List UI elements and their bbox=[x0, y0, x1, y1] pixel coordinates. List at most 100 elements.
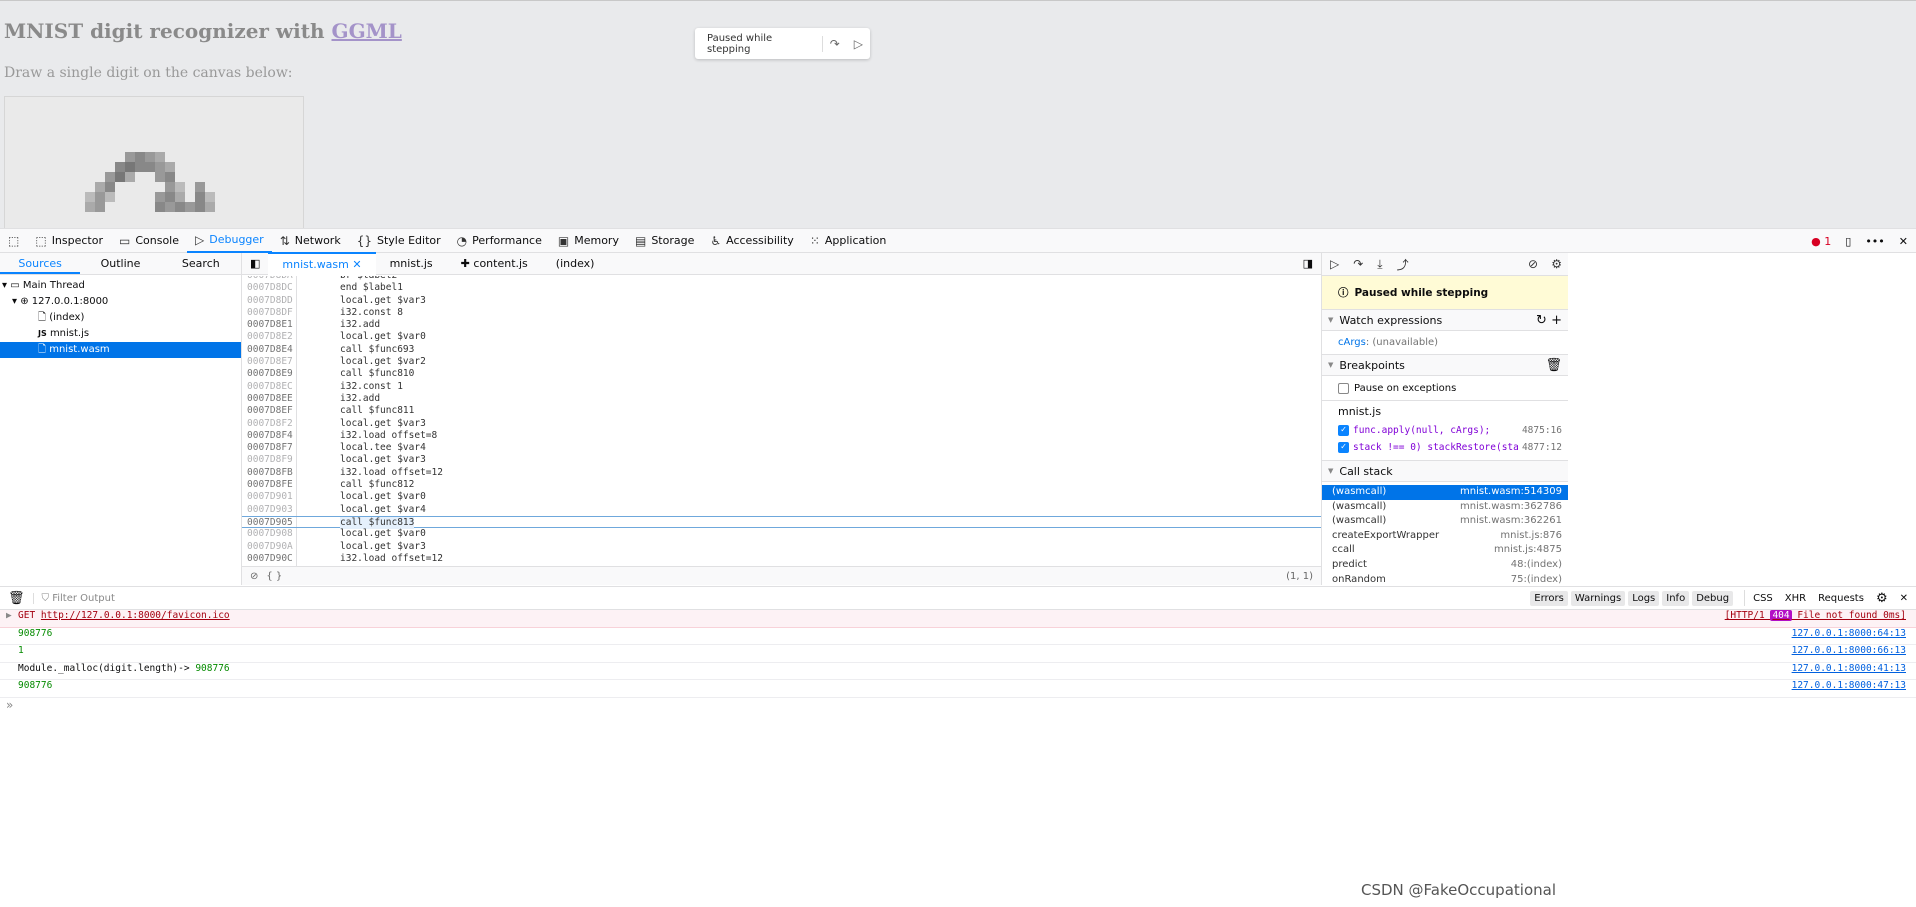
tab-memory[interactable]: ▣ Memory bbox=[550, 229, 627, 253]
filter-debug[interactable]: Debug bbox=[1692, 590, 1734, 606]
callstack-frame[interactable]: (wasmcall) mnist.wasm:514309 bbox=[1322, 485, 1568, 500]
resume-icon[interactable]: ▷ bbox=[1330, 257, 1339, 271]
more-icon[interactable]: ••• bbox=[1865, 235, 1884, 248]
tab-outline[interactable]: Outline bbox=[80, 253, 160, 274]
line-address[interactable]: 0007D8E4 bbox=[247, 344, 293, 356]
callstack-header[interactable]: ▼ Call stack bbox=[1322, 461, 1568, 482]
request-url[interactable]: http://127.0.0.1:8000/favicon.ico bbox=[41, 610, 230, 621]
code-line[interactable]: 0007D90A local.get $var3 bbox=[242, 541, 1321, 553]
breakpoint-item[interactable]: ✓ stack !== 0) stackRestore(sta… 4877:12 bbox=[1338, 439, 1568, 456]
filter-info[interactable]: Info bbox=[1662, 590, 1690, 606]
code-line[interactable]: 0007D8E4 call $func693 bbox=[242, 344, 1321, 356]
callstack-frame[interactable]: ccall mnist.js:4875 bbox=[1322, 543, 1568, 558]
code-line[interactable]: 0007D8E1 i32.add bbox=[242, 319, 1321, 331]
pause-exceptions-checkbox[interactable] bbox=[1338, 382, 1349, 394]
code-line[interactable]: 0007D8E2 local.get $var0 bbox=[242, 331, 1321, 343]
filter-css[interactable]: CSS bbox=[1753, 593, 1773, 604]
code-line[interactable]: 0007D8FE call $func812 bbox=[242, 479, 1321, 491]
filter-requests[interactable]: Requests bbox=[1818, 593, 1864, 604]
line-address[interactable]: 0007D8F7 bbox=[247, 442, 293, 454]
code-line[interactable]: 0007D8DD local.get $var3 bbox=[242, 295, 1321, 307]
line-address[interactable]: 0007D908 bbox=[247, 528, 293, 540]
breakpoint-checkbox[interactable]: ✓ bbox=[1338, 442, 1349, 453]
line-address[interactable]: 0007D901 bbox=[247, 491, 293, 503]
line-address[interactable]: 0007D8EC bbox=[247, 381, 293, 393]
code-line[interactable]: 0007D905 call $func813 bbox=[242, 515, 1321, 530]
deactivate-breakpoints-icon[interactable]: ⊘ bbox=[1528, 257, 1538, 271]
callstack-frame[interactable]: (wasmcall) mnist.wasm:362786 bbox=[1322, 500, 1568, 515]
log-location-link[interactable]: 127.0.0.1:8000:47:13 bbox=[1792, 680, 1906, 691]
step-out-icon[interactable]: ⤴ bbox=[1397, 256, 1409, 273]
tree-file-mnist-js[interactable]: JS mnist.js bbox=[0, 326, 241, 342]
gear-icon[interactable]: ⚙ bbox=[1876, 591, 1888, 606]
filter-input[interactable]: ⛉ Filter Output bbox=[32, 592, 115, 604]
code-line[interactable]: 0007D8DF i32.const 8 bbox=[242, 307, 1321, 319]
code-line[interactable]: 0007D908 local.get $var0 bbox=[242, 528, 1321, 540]
line-address[interactable]: 0007D8E2 bbox=[247, 331, 293, 343]
code-line[interactable]: 0007D8EC i32.const 1 bbox=[242, 381, 1321, 393]
code-line[interactable]: 0007D8E9 call $func810 bbox=[242, 368, 1321, 380]
code-line[interactable]: 0007D8F4 i32.load offset=8 bbox=[242, 430, 1321, 442]
step-over-icon[interactable]: ↷ bbox=[1353, 257, 1363, 271]
tab-content-js[interactable]: ✚ content.js bbox=[447, 253, 542, 274]
tab-search[interactable]: Search bbox=[161, 253, 241, 274]
log-location-link[interactable]: 127.0.0.1:8000:41:13 bbox=[1792, 663, 1906, 674]
code-view[interactable]: 0007D8DAbr $label20007D8DCend $label1000… bbox=[242, 276, 1321, 566]
filter-xhr[interactable]: XHR bbox=[1785, 593, 1806, 604]
tab-performance[interactable]: ◔ Performance bbox=[449, 229, 550, 253]
tab-style-editor[interactable]: {} Style Editor bbox=[349, 229, 449, 253]
line-address[interactable]: 0007D8EE bbox=[247, 393, 293, 405]
line-address[interactable]: 0007D8EF bbox=[247, 405, 293, 417]
tab-console[interactable]: ▭ Console bbox=[111, 229, 187, 253]
console-error-row[interactable]: ▶ GET http://127.0.0.1:8000/favicon.ico [H… bbox=[0, 610, 1916, 628]
close-icon[interactable]: ✕ bbox=[1900, 593, 1908, 604]
code-line[interactable]: 0007D901 local.get $var0 bbox=[242, 491, 1321, 503]
tab-application[interactable]: ⁙ Application bbox=[802, 229, 895, 253]
code-line[interactable]: 0007D8E7 local.get $var2 bbox=[242, 356, 1321, 368]
tree-host[interactable]: ▾ ⊕ 127.0.0.1:8000 bbox=[0, 294, 241, 310]
filter-warnings[interactable]: Warnings bbox=[1570, 590, 1626, 606]
blackbox-icon[interactable]: ⊘ bbox=[242, 571, 266, 582]
line-address[interactable]: 0007D8F2 bbox=[247, 418, 293, 430]
drawing-canvas[interactable] bbox=[4, 96, 304, 236]
callstack-frame[interactable]: predict 48:(index) bbox=[1322, 558, 1568, 573]
watch-header[interactable]: ▼ Watch expressions ↻ + bbox=[1322, 310, 1568, 331]
error-count[interactable]: ● 1 bbox=[1811, 235, 1831, 248]
line-address[interactable]: 0007D8F9 bbox=[247, 454, 293, 466]
tab-sources[interactable]: Sources bbox=[0, 253, 81, 274]
code-line[interactable]: 0007D8F2 local.get $var3 bbox=[242, 418, 1321, 430]
tab-debugger[interactable]: ▷ Debugger bbox=[187, 229, 272, 253]
tree-file-index[interactable]: 🗋 (index) bbox=[0, 310, 241, 326]
code-line[interactable]: 0007D8EE i32.add bbox=[242, 393, 1321, 405]
step-over-icon[interactable]: ↷ bbox=[823, 37, 847, 51]
line-address[interactable]: 0007D8F4 bbox=[247, 430, 293, 442]
step-in-icon[interactable]: ⤓ bbox=[1377, 257, 1382, 272]
filter-logs[interactable]: Logs bbox=[1628, 590, 1660, 606]
trash-icon[interactable]: 🗑 bbox=[0, 591, 33, 606]
code-line[interactable]: 0007D8FB i32.load offset=12 bbox=[242, 467, 1321, 479]
line-address[interactable]: 0007D8E9 bbox=[247, 368, 293, 380]
tab-inspector[interactable]: ⬚ Inspector bbox=[27, 229, 111, 253]
tab-mnist-wasm[interactable]: mnist.wasm ✕ bbox=[268, 252, 376, 275]
line-address[interactable]: 0007D8FB bbox=[247, 467, 293, 479]
breakpoints-header[interactable]: ▼ Breakpoints 🗑 bbox=[1322, 355, 1568, 376]
code-line[interactable]: 0007D8EF call $func811 bbox=[242, 405, 1321, 417]
tab-accessibility[interactable]: ♿ Accessibility bbox=[702, 229, 801, 253]
dock-icon[interactable]: ▯ bbox=[1845, 235, 1851, 248]
tab-index[interactable]: (index) bbox=[542, 253, 609, 274]
code-line[interactable]: 0007D90C i32.load offset=12 bbox=[242, 553, 1321, 565]
ggml-link[interactable]: GGML bbox=[331, 19, 401, 43]
log-location-link[interactable]: 127.0.0.1:8000:64:13 bbox=[1792, 628, 1906, 639]
callstack-frame[interactable]: createExportWrapper mnist.js:876 bbox=[1322, 529, 1568, 544]
line-address[interactable]: 0007D90C bbox=[247, 553, 293, 565]
gear-icon[interactable]: ⚙ bbox=[1551, 257, 1562, 271]
console-input[interactable]: » bbox=[0, 698, 1916, 716]
tab-storage[interactable]: ▤ Storage bbox=[627, 229, 702, 253]
line-address[interactable]: 0007D8DC bbox=[247, 282, 293, 294]
log-location-link[interactable]: 127.0.0.1:8000:66:13 bbox=[1792, 645, 1906, 656]
line-address[interactable]: 0007D90A bbox=[247, 541, 293, 553]
tab-network[interactable]: ⇅ Network bbox=[272, 229, 349, 253]
trash-icon[interactable]: 🗑 bbox=[1545, 358, 1562, 373]
close-icon[interactable]: ✕ bbox=[1899, 235, 1908, 248]
code-line[interactable]: 0007D8F7 local.tee $var4 bbox=[242, 442, 1321, 454]
